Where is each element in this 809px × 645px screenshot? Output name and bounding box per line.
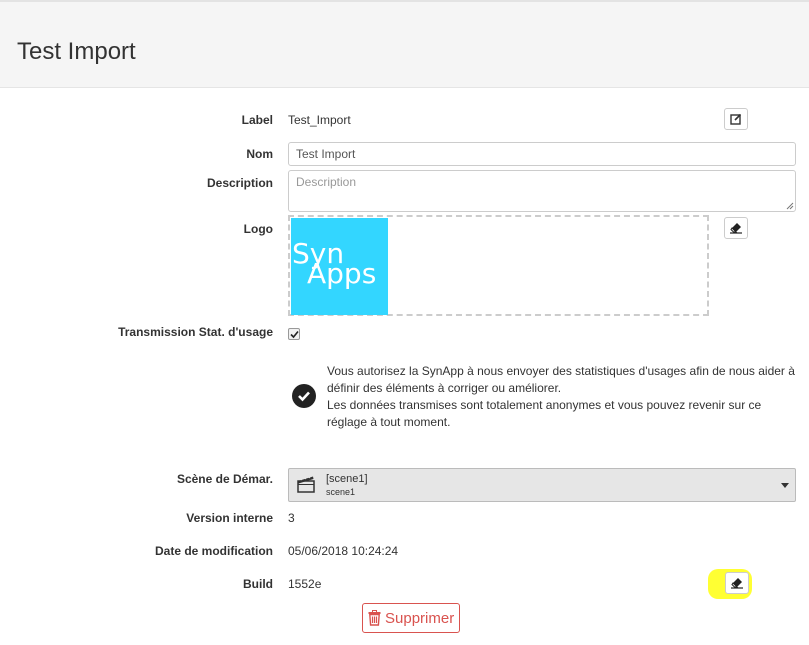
logo-text-apps: Apps xyxy=(307,257,377,290)
nom-input[interactable]: Test Import xyxy=(288,142,796,166)
chevron-down-icon xyxy=(781,483,789,488)
version-value: 3 xyxy=(288,511,295,525)
delete-button[interactable]: Supprimer xyxy=(362,603,460,633)
scene-selected-main: [scene1] xyxy=(326,473,368,485)
logo-image: Syn Apps xyxy=(291,218,388,315)
page-header: Test Import xyxy=(0,0,809,88)
date-value: 05/06/2018 10:24:24 xyxy=(288,544,399,558)
clear-build-button[interactable] xyxy=(725,572,749,594)
checkmark-icon xyxy=(289,330,299,338)
scene-select[interactable]: [scene1] scene1 xyxy=(288,468,796,502)
date-field-label: Date de modification xyxy=(154,544,273,558)
check-circle-icon xyxy=(292,384,316,408)
description-textarea[interactable]: Description xyxy=(288,170,796,212)
nom-field-label: Nom xyxy=(246,147,273,161)
clear-logo-button[interactable] xyxy=(724,217,748,239)
transmission-checkbox[interactable] xyxy=(288,328,300,340)
label-field-label: Label xyxy=(241,113,273,127)
build-value: 1552e xyxy=(288,577,322,591)
transmission-info-text: Vous autorisez la SynApp à nous envoyer … xyxy=(327,363,802,431)
description-field-label: Description xyxy=(206,176,273,190)
edit-label-button[interactable] xyxy=(724,108,748,130)
page-title: Test Import xyxy=(17,38,136,65)
scene-selected-sub: scene1 xyxy=(326,487,356,497)
info-line-1: Vous autorisez la SynApp à nous envoyer … xyxy=(327,364,795,395)
clapperboard-icon xyxy=(297,475,315,493)
edit-icon xyxy=(730,113,742,125)
info-line-2: Les données transmises sont totalement a… xyxy=(327,398,762,429)
label-value: Test_Import xyxy=(288,113,351,127)
delete-button-label: Supprimer xyxy=(385,609,455,627)
logo-field-label: Logo xyxy=(243,222,273,236)
version-field-label: Version interne xyxy=(186,511,273,525)
trash-icon xyxy=(368,610,381,626)
eraser-icon xyxy=(730,223,742,234)
build-field-label: Build xyxy=(243,577,273,591)
resize-grip-icon[interactable] xyxy=(784,200,794,210)
logo-dropzone[interactable]: Syn Apps xyxy=(288,215,709,316)
scene-field-label: Scène de Démar. xyxy=(176,472,273,486)
transmission-field-label: Transmission Stat. d'usage xyxy=(118,325,273,339)
eraser-icon xyxy=(731,578,743,589)
